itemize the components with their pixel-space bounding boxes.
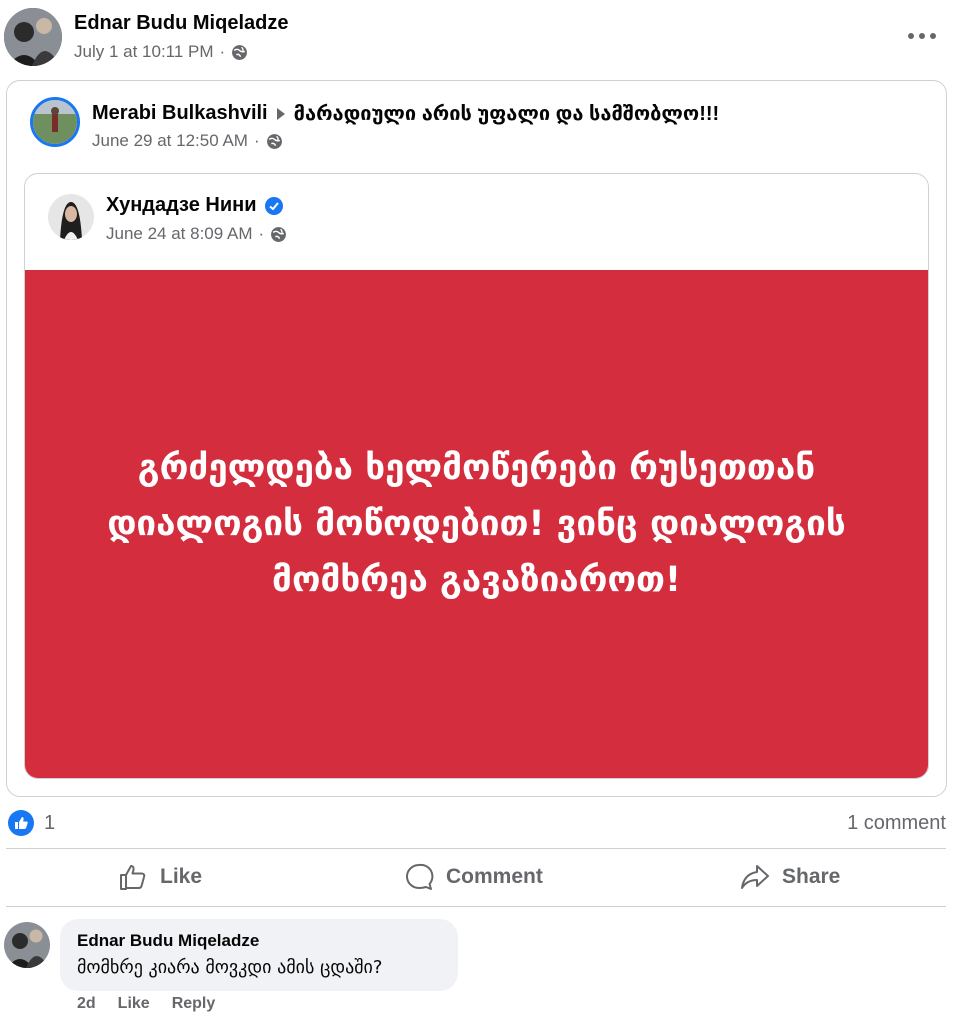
comment-like-link[interactable]: Like [118,995,150,1013]
reactions-summary[interactable]: 1 [8,810,55,836]
original-header-line: Хундадзе Нини [106,194,283,217]
comment-age[interactable]: 2d [77,995,96,1013]
thumbs-up-icon [120,865,146,890]
comment-actions: 2d Like Reply [77,995,215,1013]
shared-author[interactable]: Merabi Bulkashvili [92,102,268,125]
comment-reply-link[interactable]: Reply [172,995,216,1013]
share-arrow-icon [741,865,769,889]
like-reaction-icon [8,810,34,836]
globe-icon [266,133,282,149]
divider [6,848,946,849]
caret-right-icon [276,107,285,120]
shared-target[interactable]: მარადიული არის უფალი და სამშობლო!!! [294,101,720,126]
comment-icon [406,863,434,890]
comment-bubble[interactable]: Ednar Budu Miqeladze მომხრე კიარა მოვკდი… [60,919,458,991]
globe-icon [271,226,287,242]
shared-timestamp[interactable]: June 29 at 12:50 AM [92,131,248,151]
post-timestamp[interactable]: July 1 at 10:11 PM [74,42,214,62]
comment-label: Comment [446,865,543,888]
like-label: Like [160,865,203,888]
post-meta: July 1 at 10:11 PM · [74,42,248,62]
shared-header-line: Merabi Bulkashvili მარადიული არის უფალი … [92,101,719,126]
like-button[interactable]: Like [118,862,202,892]
commenter-avatar[interactable] [4,922,50,968]
comment-text: მომხრე კიარა მოვკდი ამის ცდაში? [77,957,383,978]
original-post[interactable]: გრძელდება ხელმოწერები რუსეთთან დიალოგის … [24,173,929,779]
reaction-count: 1 [44,811,56,834]
original-timestamp[interactable]: June 24 at 8:09 AM [106,224,253,244]
comment-button[interactable]: Comment [404,862,543,892]
post-author[interactable]: Ednar Budu Miqeladze [74,12,288,35]
share-label: Share [782,865,841,888]
verified-badge-icon [264,196,283,215]
shared-meta: June 29 at 12:50 AM · [92,131,283,151]
divider [6,906,946,907]
original-meta: June 24 at 8:09 AM · [106,224,287,244]
commenter-name[interactable]: Ednar Budu Miqeladze [77,931,259,951]
original-author-avatar[interactable] [48,194,94,240]
post-card[interactable]: გრძელდება ხელმოწერები რუსეთთან დიალოგის … [25,270,928,778]
author-avatar[interactable] [4,8,62,66]
post-card-text: გრძელდება ხელმოწერები რუსეთთან დიალოგის … [107,448,846,600]
original-author[interactable]: Хундадзе Нини [106,194,257,217]
more-options-icon[interactable] [908,26,936,46]
share-button[interactable]: Share [740,862,840,892]
shared-author-avatar[interactable] [30,97,80,147]
globe-icon [232,44,248,60]
comment-count[interactable]: 1 comment [847,812,946,835]
